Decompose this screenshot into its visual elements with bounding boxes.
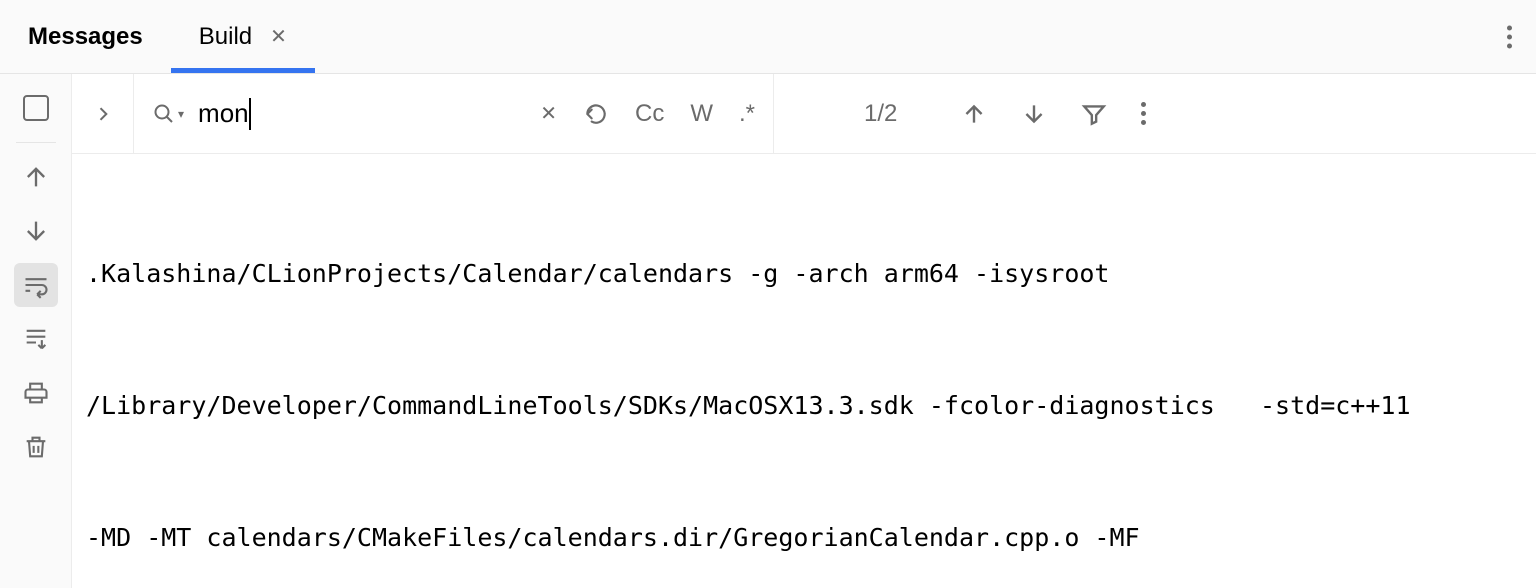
regex-toggle[interactable]: .* (739, 100, 755, 128)
search-icon[interactable]: ▾ (152, 102, 184, 126)
output-line: -MD -MT calendars/CMakeFiles/calendars.d… (86, 516, 1514, 560)
match-case-toggle[interactable]: Cc (635, 100, 664, 128)
chevron-down-icon: ▾ (178, 107, 184, 121)
clear-search-icon[interactable]: ✕ (540, 101, 557, 126)
more-options-icon[interactable] (1507, 25, 1512, 48)
expand-chevron-icon[interactable] (72, 74, 134, 153)
main-content: ▾ mon ✕ Cc W .* (72, 74, 1536, 588)
words-toggle[interactable]: W (690, 100, 713, 128)
text-caret (249, 98, 251, 130)
arrow-up-icon[interactable] (14, 155, 58, 199)
output-line: /Library/Developer/CommandLineTools/SDKs… (86, 384, 1514, 428)
tab-messages-label: Messages (28, 23, 143, 51)
more-icon[interactable] (1141, 102, 1146, 125)
match-count: 1/2 (864, 100, 897, 128)
print-icon[interactable] (14, 371, 58, 415)
filter-icon[interactable] (1081, 101, 1107, 127)
separator (16, 142, 56, 143)
tab-build[interactable]: Build ✕ (171, 0, 315, 73)
left-toolbar (0, 74, 72, 588)
tab-build-label: Build (199, 23, 252, 51)
output-line: .Kalashina/CLionProjects/Calendar/calend… (86, 252, 1514, 296)
tab-messages[interactable]: Messages (0, 0, 171, 73)
close-icon[interactable]: ✕ (270, 27, 287, 47)
search-input[interactable]: mon (198, 98, 526, 130)
search-input-value: mon (198, 98, 249, 129)
undo-search-icon[interactable] (583, 101, 609, 127)
soft-wrap-icon[interactable] (14, 263, 58, 307)
build-output[interactable]: .Kalashina/CLionProjects/Calendar/calend… (72, 154, 1536, 588)
trash-icon[interactable] (14, 425, 58, 469)
arrow-down-icon[interactable] (14, 209, 58, 253)
search-bar: ▾ mon ✕ Cc W .* (72, 74, 1536, 154)
next-match-icon[interactable] (1021, 101, 1047, 127)
prev-match-icon[interactable] (961, 101, 987, 127)
tabs-bar: Messages Build ✕ (0, 0, 1536, 74)
checkbox-toggle[interactable] (14, 86, 58, 130)
messages-tool-window: Messages Build ✕ (0, 0, 1536, 588)
search-field[interactable]: ▾ mon ✕ Cc W .* (134, 74, 774, 153)
scroll-to-end-icon[interactable] (14, 317, 58, 361)
